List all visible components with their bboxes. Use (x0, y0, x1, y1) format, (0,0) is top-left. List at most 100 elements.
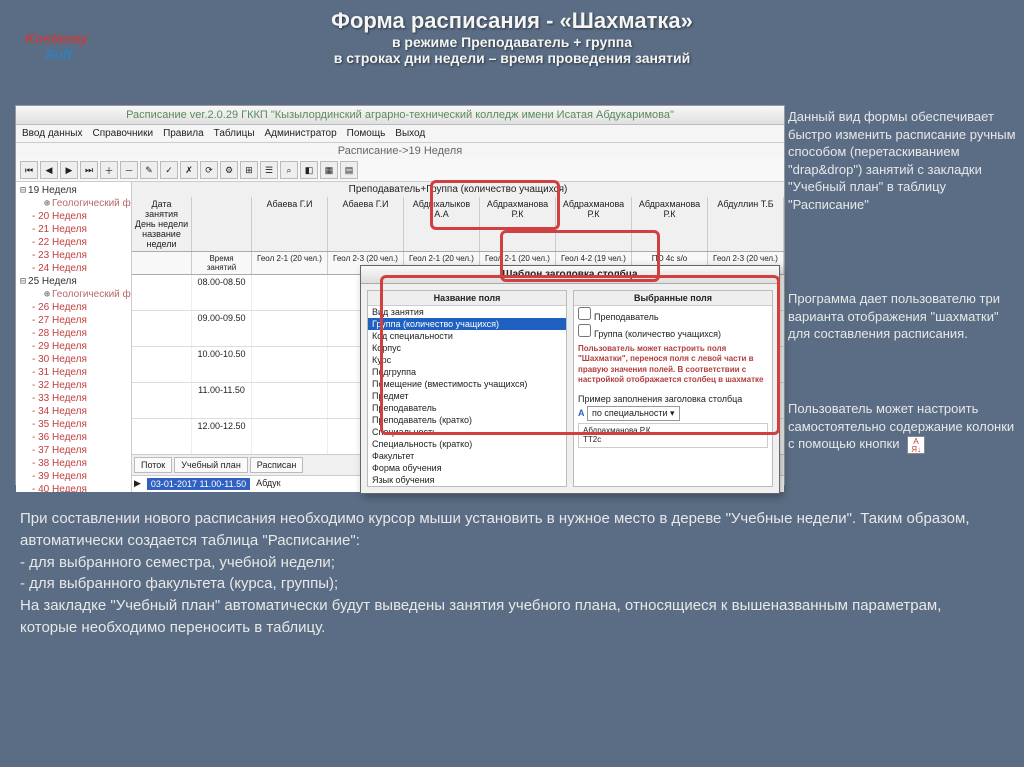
list-item[interactable]: Преподаватель (368, 402, 566, 414)
col-header[interactable]: Дата занятия День недели название недели (132, 197, 192, 251)
list-item[interactable]: Форма обучения (368, 462, 566, 474)
tree-item[interactable]: - 31 Неделя (18, 366, 129, 379)
tree-item[interactable]: - 26 Неделя (18, 301, 129, 314)
list-item[interactable]: Специальность (368, 426, 566, 438)
tree-item[interactable]: - 23 Неделя (18, 249, 129, 262)
sort-icon[interactable]: А Я↓ (907, 436, 925, 454)
tree-item[interactable]: ⊟19 Неделя (18, 184, 129, 197)
tree-item[interactable]: - 33 Неделя (18, 392, 129, 405)
delete-icon[interactable]: － (120, 161, 138, 179)
list-item[interactable]: Преподаватель (кратко) (368, 414, 566, 426)
tab-schedule[interactable]: Расписан (250, 457, 304, 473)
col-header[interactable]: Абаева Г.И (328, 197, 404, 251)
col-header[interactable]: Абдуллин Т.Б (708, 197, 784, 251)
tree-item[interactable]: - 30 Неделя (18, 353, 129, 366)
grid-cell[interactable] (252, 383, 328, 418)
weeks-tree[interactable]: ⊟19 Неделя⊕Геологический факультет- 20 Н… (16, 182, 132, 492)
tree-item[interactable]: - 24 Неделя (18, 262, 129, 275)
tree-item[interactable]: - 35 Неделя (18, 418, 129, 431)
nav-first-icon[interactable]: ⏮ (20, 161, 38, 179)
tree-item[interactable]: - 37 Неделя (18, 444, 129, 457)
col-header[interactable]: Абдрахманова Р.К (632, 197, 708, 251)
refresh-icon[interactable]: ⟳ (200, 161, 218, 179)
selected-date[interactable]: 03-01-2017 11.00-11.50 (147, 478, 250, 490)
menu-item[interactable]: Правила (163, 128, 204, 139)
cancel-icon[interactable]: ✗ (180, 161, 198, 179)
menu-item[interactable]: Помощь (347, 128, 386, 139)
selected-field-item[interactable]: Группа (количество учащихся) (574, 323, 772, 340)
nav-last-icon[interactable]: ⏭ (80, 161, 98, 179)
font-a-icon[interactable]: A (578, 408, 585, 418)
tool-icon[interactable]: ☰ (260, 161, 278, 179)
tab-stream[interactable]: Поток (134, 457, 172, 473)
list-item[interactable]: Факультет (368, 450, 566, 462)
tree-item[interactable]: ⊕Геологический факультет (18, 197, 129, 210)
time-cell: 08.00-08.50 (192, 275, 252, 310)
example-combo[interactable]: по специальности ▾ (587, 406, 680, 421)
tree-item[interactable]: - 27 Неделя (18, 314, 129, 327)
tool-icon[interactable]: ▦ (320, 161, 338, 179)
list-item[interactable]: Код специальности (368, 330, 566, 342)
dialog-hint: Пользователь может настроить поля "Шахма… (574, 340, 772, 390)
selected-field-item[interactable]: Преподаватель (574, 306, 772, 323)
tree-item[interactable]: - 22 Неделя (18, 236, 129, 249)
column-template-dialog[interactable]: Шаблон заголовка столбца Название поля В… (360, 265, 780, 494)
col-header[interactable]: Абдрахманова Р.К (480, 197, 556, 251)
dialog-left-title: Название поля (368, 291, 566, 306)
col-header[interactable]: Абдыхалыков А.А (404, 197, 480, 251)
date-cell (132, 383, 192, 418)
tree-item[interactable]: ⊕Геологический факультет (18, 288, 129, 301)
add-icon[interactable]: ＋ (100, 161, 118, 179)
grid-cell[interactable] (252, 347, 328, 382)
checkbox[interactable] (578, 307, 591, 320)
list-item[interactable]: Группа (количество учащихся) (368, 318, 566, 330)
menu-item[interactable]: Справочники (92, 128, 153, 139)
list-item[interactable]: Предмет (368, 390, 566, 402)
grid-cell[interactable] (252, 419, 328, 454)
tab-curriculum[interactable]: Учебный план (174, 457, 248, 473)
nav-prev-icon[interactable]: ◀ (40, 161, 58, 179)
tool-icon[interactable]: ⌕ (280, 161, 298, 179)
confirm-icon[interactable]: ✓ (160, 161, 178, 179)
tree-item[interactable]: ⊟25 Неделя (18, 275, 129, 288)
tree-item[interactable]: - 28 Неделя (18, 327, 129, 340)
list-item[interactable]: Подгруппа (368, 366, 566, 378)
menu-item[interactable]: Ввод данных (22, 128, 82, 139)
date-cell (132, 311, 192, 346)
menu-item[interactable]: Администратор (265, 128, 337, 139)
tree-item[interactable]: - 39 Неделя (18, 470, 129, 483)
tool-icon[interactable]: ⚙ (220, 161, 238, 179)
col-header[interactable] (192, 197, 252, 251)
tree-item[interactable]: - 34 Неделя (18, 405, 129, 418)
list-item[interactable]: Корпус (368, 342, 566, 354)
tree-item[interactable]: - 32 Неделя (18, 379, 129, 392)
checkbox[interactable] (578, 324, 591, 337)
available-fields-list[interactable]: Вид занятияГруппа (количество учащихся)К… (368, 306, 566, 486)
tree-item[interactable]: - 20 Неделя (18, 210, 129, 223)
logo-word2: Soft (45, 46, 105, 62)
menu-item[interactable]: Выход (395, 128, 425, 139)
row-marker-icon: ▶ (134, 478, 141, 490)
list-item[interactable]: Специальность (кратко) (368, 438, 566, 450)
selected-fields-list[interactable]: ПреподавательГруппа (количество учащихся… (574, 306, 772, 340)
tool-icon[interactable]: ◧ (300, 161, 318, 179)
list-item[interactable]: Язык обучения (368, 474, 566, 486)
tree-item[interactable]: - 40 Неделя (18, 483, 129, 492)
nav-next-icon[interactable]: ▶ (60, 161, 78, 179)
tree-item[interactable]: - 36 Неделя (18, 431, 129, 444)
list-item[interactable]: Курс (368, 354, 566, 366)
col-header[interactable]: Абаева Г.И (252, 197, 328, 251)
tree-item[interactable]: - 21 Неделя (18, 223, 129, 236)
list-item[interactable]: Помещение (вместимость учащихся) (368, 378, 566, 390)
grid-cell[interactable] (252, 311, 328, 346)
tree-item[interactable]: - 38 Неделя (18, 457, 129, 470)
col-header[interactable]: Абдрахманова Р.К (556, 197, 632, 251)
tool-icon[interactable]: ▤ (340, 161, 358, 179)
tool-icon[interactable]: ⊞ (240, 161, 258, 179)
tree-item[interactable]: - 29 Неделя (18, 340, 129, 353)
list-item[interactable]: Вид занятия (368, 306, 566, 318)
edit-icon[interactable]: ✎ (140, 161, 158, 179)
grid-cell[interactable] (252, 275, 328, 310)
menu-item[interactable]: Таблицы (214, 128, 255, 139)
annotation-text-3: Пользователь может настроить самостоятел… (788, 400, 1018, 454)
